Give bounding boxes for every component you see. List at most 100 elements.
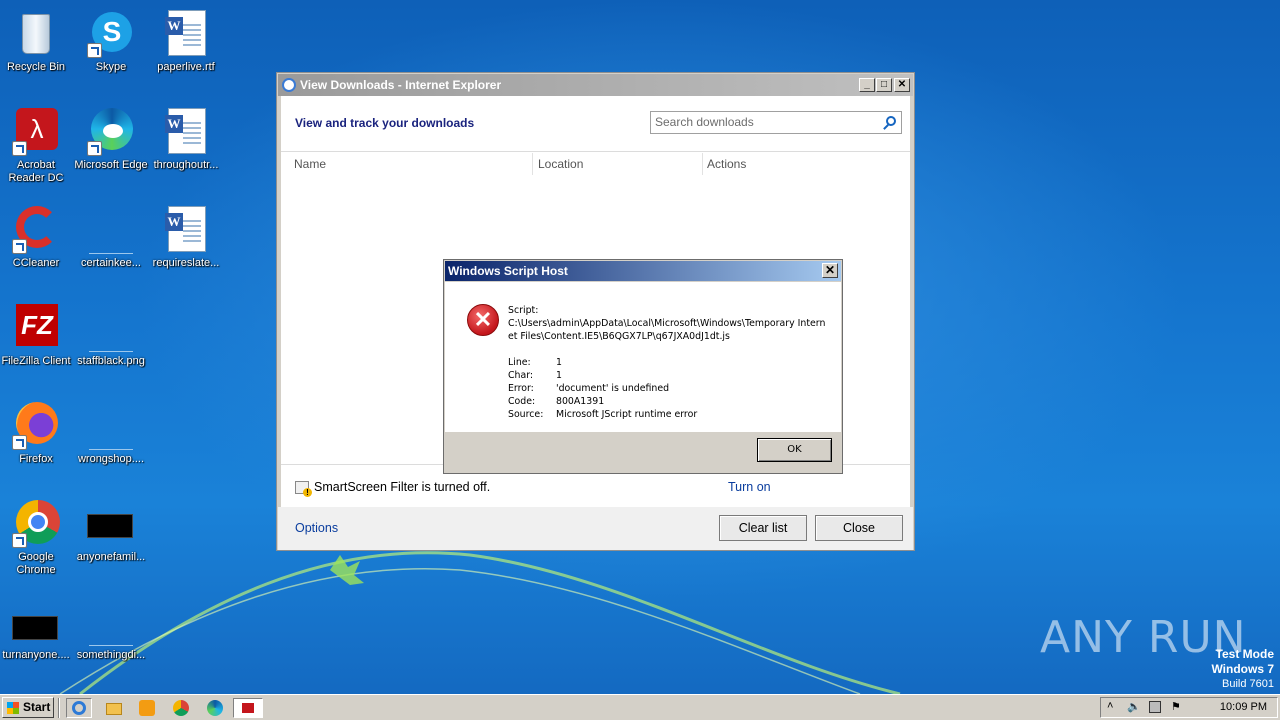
script-error-dialog: Windows Script Host ✕ ✕ Script: C:\Users… xyxy=(443,259,843,474)
desktop-icon-staffblack[interactable]: staffblack.png xyxy=(72,300,150,388)
shortcut-arrow-icon xyxy=(87,43,102,58)
field-value: 800A1391 xyxy=(556,396,605,407)
close-window-button[interactable]: ✕ xyxy=(894,78,910,92)
dialog-title: Windows Script Host xyxy=(448,264,568,278)
network-icon[interactable] xyxy=(1149,701,1161,713)
skype-icon: S xyxy=(87,10,135,58)
desktop-icon-certainkee[interactable]: certainkee... xyxy=(72,202,150,290)
ccleaner-icon xyxy=(12,206,60,254)
black-thumbnail-icon xyxy=(87,500,135,548)
show-hidden-icons[interactable]: ˄ xyxy=(1107,700,1113,712)
clock[interactable]: 10:09 PM xyxy=(1220,698,1267,717)
start-button[interactable]: Start xyxy=(2,697,54,718)
clear-list-button[interactable]: Clear list xyxy=(719,515,807,541)
file-explorer-icon[interactable] xyxy=(104,698,124,718)
desktop-icon-ccleaner[interactable]: CCleaner xyxy=(0,202,75,290)
error-icon: ✕ xyxy=(467,304,499,336)
field-key: Char: xyxy=(508,370,534,381)
field-key: Source: xyxy=(508,409,544,420)
column-header-name[interactable]: Name xyxy=(294,157,326,171)
field-key: Error: xyxy=(508,383,534,394)
recycle-bin-icon xyxy=(12,10,60,58)
word-document-icon: W xyxy=(162,10,210,58)
chrome-taskbar-icon[interactable] xyxy=(171,698,191,718)
downloads-header: View and track your downloads xyxy=(295,116,475,130)
filezilla-icon: FZ xyxy=(12,304,60,352)
internet-explorer-icon[interactable] xyxy=(66,698,92,718)
edge-taskbar-icon[interactable] xyxy=(205,698,225,718)
taskbar-separator xyxy=(58,698,60,718)
column-header-location[interactable]: Location xyxy=(538,157,583,171)
desktop-icon-chrome[interactable]: Google Chrome xyxy=(0,496,75,584)
desktop-icon-firefox[interactable]: Firefox xyxy=(0,398,75,486)
dialog-body: ✕ Script: C:\Users\admin\AppData\Local\M… xyxy=(445,282,841,432)
test-mode-label: Test Mode Windows 7 Build 7601 xyxy=(1211,647,1274,691)
column-divider[interactable] xyxy=(532,153,533,175)
search-icon[interactable] xyxy=(886,116,896,126)
shortcut-arrow-icon xyxy=(12,141,27,156)
media-player-icon[interactable] xyxy=(137,698,157,718)
word-document-icon: W xyxy=(162,108,210,156)
desktop-icon-turnanyone[interactable]: turnanyone.... xyxy=(0,594,75,682)
action-center-flag-icon[interactable]: ⚑ xyxy=(1171,700,1181,713)
search-placeholder: Search downloads xyxy=(655,115,754,129)
maximize-button[interactable]: □ xyxy=(876,78,892,92)
desktop-icon-acrobat[interactable]: λ Acrobat Reader DC xyxy=(0,104,75,192)
blank-file-icon xyxy=(87,206,135,254)
volume-icon[interactable]: 🔈 xyxy=(1127,700,1141,713)
internet-explorer-icon xyxy=(282,78,296,92)
desktop-icon-recycle-bin[interactable]: Recycle Bin xyxy=(0,6,75,94)
close-button[interactable]: Close xyxy=(815,515,903,541)
black-thumbnail-icon xyxy=(12,598,60,646)
shortcut-arrow-icon xyxy=(12,239,27,254)
search-downloads-input[interactable]: Search downloads xyxy=(650,111,902,134)
field-value: 1 xyxy=(556,370,562,381)
start-label: Start xyxy=(23,700,51,714)
dialog-close-button[interactable]: ✕ xyxy=(822,263,838,278)
image-file-icon xyxy=(87,304,135,352)
script-path: C:\Users\admin\AppData\Local\Microsoft\W… xyxy=(508,318,826,342)
shortcut-arrow-icon xyxy=(87,141,102,156)
script-host-taskbar-icon[interactable] xyxy=(233,698,263,718)
options-link[interactable]: Options xyxy=(295,521,338,535)
taskbar: Start ˄ 🔈 ⚑ 10:09 PM xyxy=(0,694,1280,720)
shortcut-arrow-icon xyxy=(12,435,27,450)
field-value: Microsoft JScript runtime error xyxy=(556,409,698,420)
desktop-icon-wrongshop[interactable]: wrongshop.... xyxy=(72,398,150,486)
field-key: Line: xyxy=(508,357,531,368)
dialog-title-bar[interactable]: Windows Script Host ✕ xyxy=(445,261,841,281)
chrome-icon xyxy=(12,500,60,548)
test-mode-line3: Build 7601 xyxy=(1222,678,1274,690)
field-value: 1 xyxy=(556,357,562,368)
desktop-icon-throughoutr[interactable]: W throughoutr... xyxy=(147,104,225,192)
desktop-icon-edge[interactable]: Microsoft Edge xyxy=(72,104,150,192)
minimize-button[interactable]: _ xyxy=(859,78,875,92)
windows-logo-icon xyxy=(7,702,19,714)
ok-button[interactable]: OK xyxy=(757,438,832,462)
blank-file-icon xyxy=(87,598,135,646)
window-title: View Downloads - Internet Explorer xyxy=(300,78,502,92)
desktop-icon-paperlive[interactable]: W paperlive.rtf xyxy=(147,6,225,94)
test-mode-line2: Windows 7 xyxy=(1211,662,1274,676)
script-label: Script: xyxy=(508,305,539,316)
smartscreen-warning-icon xyxy=(295,481,312,497)
desktop-icon-somethingdi[interactable]: somethingdi... xyxy=(72,594,150,682)
acrobat-icon: λ xyxy=(12,108,60,156)
system-tray: ˄ 🔈 ⚑ 10:09 PM xyxy=(1100,697,1278,718)
column-divider[interactable] xyxy=(702,153,703,175)
field-key: Code: xyxy=(508,396,536,407)
script-info: Script: C:\Users\admin\AppData\Local\Mic… xyxy=(508,304,828,343)
field-value: 'document' is undefined xyxy=(556,383,670,394)
firefox-icon xyxy=(12,402,60,450)
desktop-icon-requireslate[interactable]: W requireslate... xyxy=(147,202,225,290)
window-title-bar[interactable]: View Downloads - Internet Explorer _ □ ✕ xyxy=(278,74,913,96)
blank-file-icon xyxy=(87,402,135,450)
word-document-icon: W xyxy=(162,206,210,254)
downloads-footer: Options Clear list Close xyxy=(278,507,913,550)
desktop-icon-anyonefamil[interactable]: anyonefamil... xyxy=(72,496,150,584)
edge-icon xyxy=(87,108,135,156)
desktop-icon-skype[interactable]: S Skype xyxy=(72,6,150,94)
column-header-actions[interactable]: Actions xyxy=(707,157,746,171)
desktop-icon-filezilla[interactable]: FZ FileZilla Client xyxy=(0,300,75,388)
turn-on-link[interactable]: Turn on xyxy=(728,480,771,494)
